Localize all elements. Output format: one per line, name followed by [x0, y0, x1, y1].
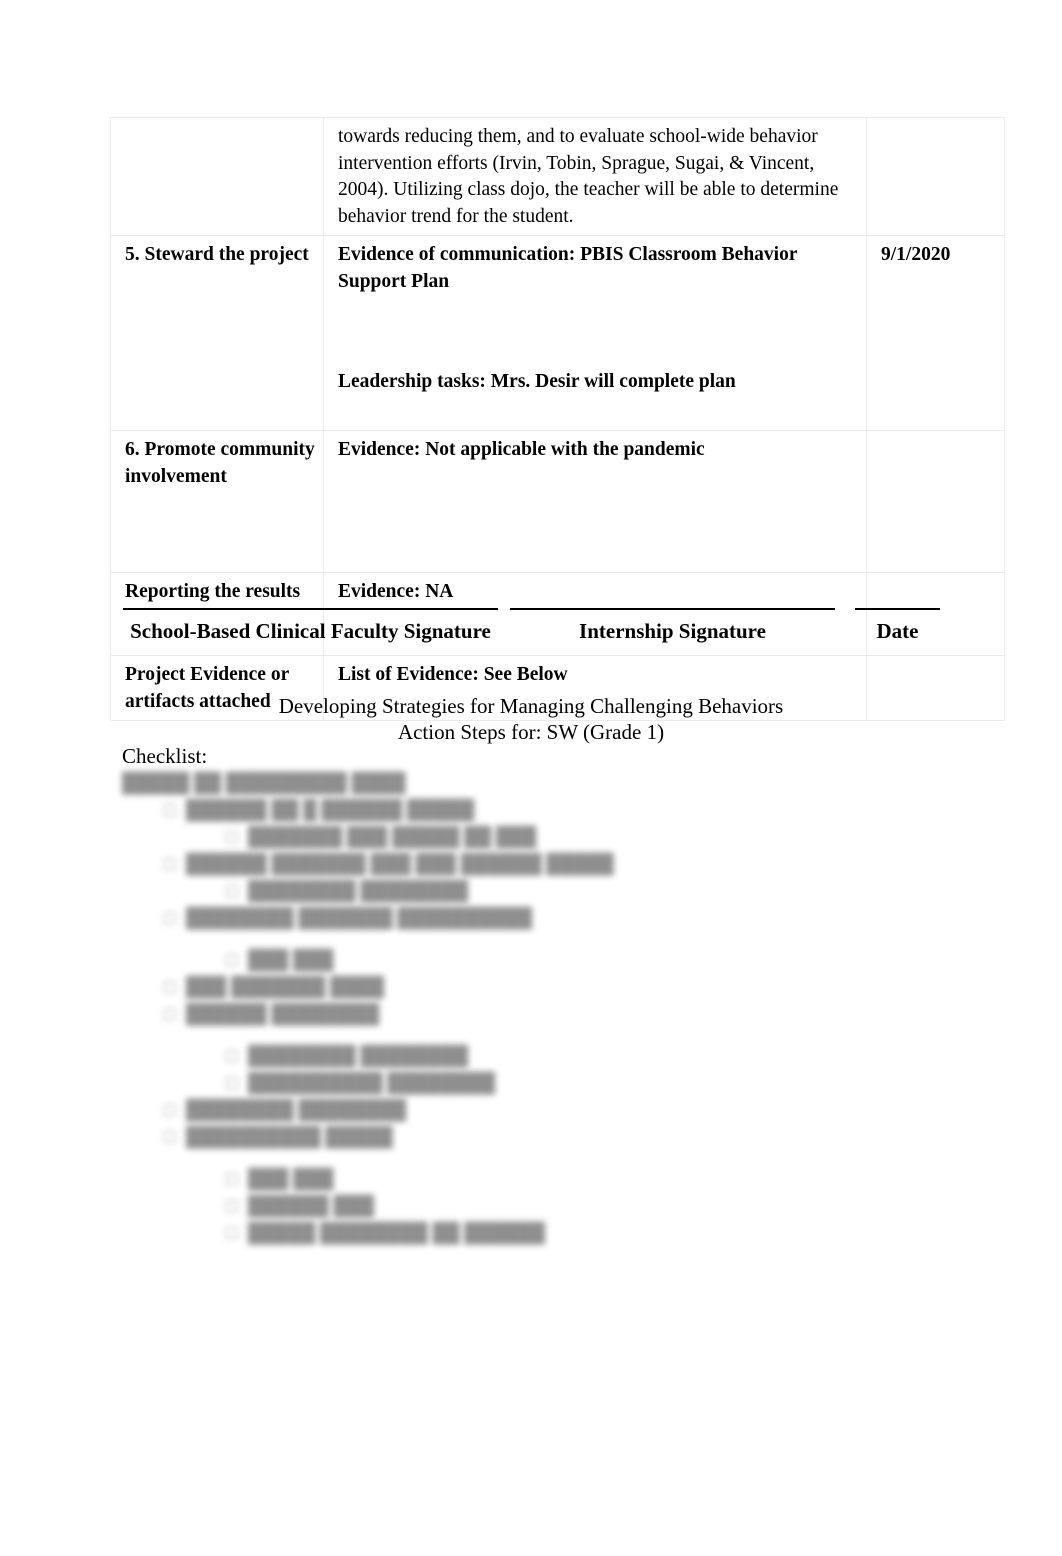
row-date-cell: 9/1/2020 [866, 234, 1005, 431]
signature-block: School-Based Clinical Faculty Signature … [110, 608, 940, 658]
heading-subtitle: Action Steps for: SW (Grade 1) [397, 719, 665, 744]
signature-label: Date [876, 619, 919, 643]
checklist-redacted-line: □ ██████████ █████ [122, 1124, 592, 1151]
checklist-redacted-line: □ ██████ ███ [122, 1193, 592, 1220]
checklist-redacted-line: □ ██████ ██ █ ██████ █████ [122, 797, 592, 824]
row-evidence-cell: Evidence: Not applicable with the pandem… [323, 429, 867, 573]
checklist-redacted-line: □ ███████ ███ █████ ██ ███ [122, 824, 592, 851]
checklist-redacted-text: ████████ ███████ ██████████ [186, 908, 533, 929]
checklist-redacted-text: ██████ ███ [248, 1196, 374, 1217]
checklist-bullet-icon: □ [164, 977, 176, 998]
table-row: 5. Steward the project Evidence of commu… [110, 234, 1005, 431]
heading-title: Developing Strategies for Managing Chall… [278, 694, 784, 718]
checklist-redacted-line: □ ████████ ████████ [122, 1097, 592, 1124]
checklist-bullet-icon: □ [164, 854, 176, 875]
checklist-bullet-icon: □ [164, 1100, 176, 1121]
school-based-clinical-faculty-signature-group: School-Based Clinical Faculty Signature [123, 608, 498, 644]
checklist-redacted-line: □ ████████ ███████ ██████████ [122, 905, 592, 932]
evidence-text: List of Evidence: See Below [338, 664, 568, 686]
row-label-cell: 6. Promote community involvement [110, 429, 324, 573]
checklist-bullet-icon: □ [226, 827, 238, 848]
date-signature-group: Date [855, 608, 940, 644]
checklist-label: Checklist: [122, 744, 208, 768]
checklist-redacted-text: ███ ███████ ████ [186, 977, 384, 998]
row-label: 5. Steward the project [125, 243, 309, 265]
checklist-redacted-text: ███████ ███ █████ ██ ███ [248, 827, 537, 848]
checklist-redacted-text: ██████ ██ █ ██████ █████ [186, 800, 475, 821]
checklist-bullet-icon: □ [226, 1196, 238, 1217]
row-label: 6. Promote community involvement [125, 438, 315, 487]
signature-label: Internship Signature [579, 619, 766, 643]
checklist-bullet-icon: □ [226, 1046, 238, 1067]
leadership-tasks-text: Leadership tasks: Mrs. Desir will comple… [338, 371, 736, 393]
checklist-redacted-text: ███ ███ [248, 1169, 334, 1190]
checklist-redacted-text: ███ ███ [248, 950, 334, 971]
checklist-redacted-line: □ ███ ███ [122, 947, 592, 974]
evidence-text: Evidence: NA [338, 580, 454, 602]
section-heading: Developing Strategies for Managing Chall… [0, 694, 1062, 745]
checklist-bullet-icon: □ [226, 1073, 238, 1094]
checklist-bullet-icon: □ [226, 1223, 238, 1244]
checklist-bullet-icon: □ [164, 1004, 176, 1025]
checklist-redacted-line: □ █████ ████████ ██ ██████ [122, 1220, 592, 1247]
checklist-redacted-text: █████ ████████ ██ ██████ [248, 1223, 545, 1244]
document-page: towards reducing them, and to evaluate s… [0, 0, 1062, 1556]
checklist-redacted-line: □ ██████ ███████ ███ ███ ██████ █████ [122, 851, 614, 878]
evidence-text: towards reducing them, and to evaluate s… [338, 126, 839, 228]
checklist-bullet-icon: □ [226, 881, 238, 902]
checklist-redacted-text: ██████████ ████████ [248, 1073, 496, 1094]
table-row: towards reducing them, and to evaluate s… [110, 117, 1005, 236]
row-label: Reporting the results [125, 580, 301, 602]
checklist-bullet-icon: □ [164, 908, 176, 929]
checklist-redacted-line: █████ ██ █████████ ████ [122, 770, 592, 797]
signature-label: School-Based Clinical Faculty Signature [130, 619, 491, 643]
evidence-text: Evidence: Not applicable with the pandem… [338, 438, 705, 460]
row-date-cell [866, 117, 1005, 236]
checklist-redacted-line: □ ███ ███ [122, 1166, 592, 1193]
checklist-redacted-line: □ ███ ███████ ████ [122, 974, 592, 1001]
checklist-bullet-icon: □ [226, 950, 238, 971]
checklist-redacted-line: □ ████████ ████████ [122, 1043, 592, 1070]
internship-signature-group: Internship Signature [510, 608, 835, 644]
checklist-bullet-icon: □ [164, 1127, 176, 1148]
checklist-redacted-text: ████████ ████████ [248, 881, 469, 902]
table-row: 6. Promote community involvement Evidenc… [110, 429, 1005, 573]
checklist-redacted-line: □ ██████████ ████████ [122, 1070, 592, 1097]
checklist-redacted-text: ██████████ █████ [186, 1127, 393, 1148]
checklist-redacted-text: ██████ ███████ ███ ███ ██████ █████ [186, 854, 614, 875]
checklist-redacted-line: □ ██████ ████████ [122, 1001, 592, 1028]
checklist-redacted-text: ████████ ████████ [248, 1046, 469, 1067]
checklist-redacted-text: ██████ ████████ [186, 1004, 380, 1025]
row-label-cell [110, 117, 324, 236]
checklist-redacted-line: □ ████████ ████████ [122, 878, 592, 905]
row-evidence-cell: towards reducing them, and to evaluate s… [323, 117, 867, 236]
checklist-bullet-icon: □ [226, 1169, 238, 1190]
checklist-redacted-content: █████ ██ █████████ ████ □ ██████ ██ █ ████… [122, 770, 614, 1247]
evidence-communication-text: Evidence of communication: PBIS Classroo… [338, 243, 798, 292]
row-label-cell: 5. Steward the project [110, 234, 324, 431]
row-evidence-cell: Evidence of communication: PBIS Classroo… [323, 234, 867, 431]
checklist-bullet-icon: □ [164, 800, 176, 821]
checklist-redacted-text: █████ ██ █████████ ████ [122, 773, 406, 794]
row-date-cell [866, 429, 1005, 573]
checklist-redacted-text: ████████ ████████ [186, 1100, 407, 1121]
